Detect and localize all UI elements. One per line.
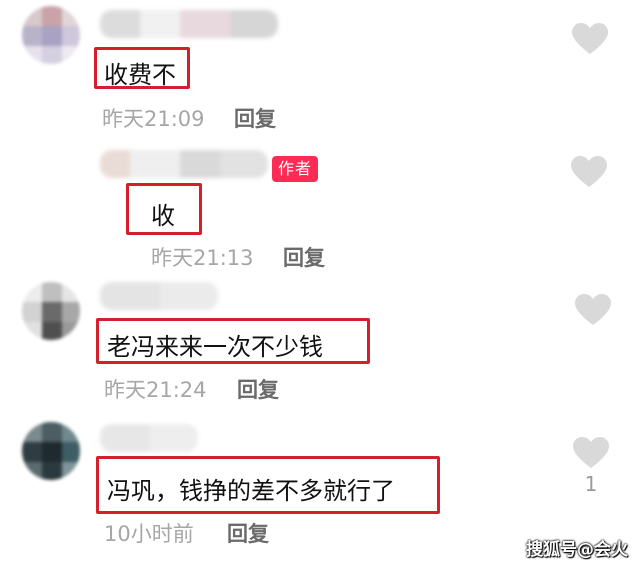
avatar[interactable]: [22, 422, 80, 480]
reply-button[interactable]: 回复: [234, 103, 276, 133]
avatar[interactable]: [22, 282, 80, 340]
heart-icon[interactable]: [572, 23, 608, 55]
comment-time: 昨天21:13: [151, 246, 254, 270]
username[interactable]: [100, 424, 198, 452]
username[interactable]: [100, 282, 218, 310]
watermark: 搜狐号@会火: [526, 540, 628, 560]
heart-icon[interactable]: [575, 294, 611, 326]
comment-time: 昨天21:24: [104, 378, 207, 402]
comment-item: 收费不 昨天21:09 回复: [0, 0, 640, 140]
comment-time: 10小时前: [104, 522, 194, 546]
username[interactable]: [100, 150, 268, 178]
comment-item: 作者 收 昨天21:13 回复: [0, 140, 640, 270]
reply-button[interactable]: 回复: [227, 518, 269, 548]
comment-item: 老冯来来一次不少钱 昨天21:24 回复: [0, 270, 640, 410]
comment-text-box: 收: [126, 183, 202, 235]
reply-button[interactable]: 回复: [283, 242, 325, 272]
comment-text: 收: [151, 202, 175, 230]
comment-text: 收费不: [104, 61, 176, 89]
username[interactable]: [100, 10, 278, 38]
comment-text: 冯巩，钱挣的差不多就行了: [107, 477, 395, 505]
like-count: 1: [584, 472, 598, 496]
comment-text-box: 老冯来来一次不少钱: [96, 318, 370, 364]
comment-time: 昨天21:09: [102, 107, 205, 131]
heart-icon[interactable]: [571, 156, 607, 188]
reply-button[interactable]: 回复: [237, 374, 279, 404]
avatar[interactable]: [22, 6, 80, 64]
comment-list: 收费不 昨天21:09 回复 作者 收 昨天21:13 回复 老冯来来一次不少钱…: [0, 0, 640, 566]
comment-text-box: 冯巩，钱挣的差不多就行了: [96, 456, 440, 514]
heart-icon[interactable]: [573, 437, 609, 469]
author-badge: 作者: [272, 156, 319, 182]
comment-text-box: 收费不: [94, 47, 190, 89]
comment-text: 老冯来来一次不少钱: [107, 333, 323, 361]
